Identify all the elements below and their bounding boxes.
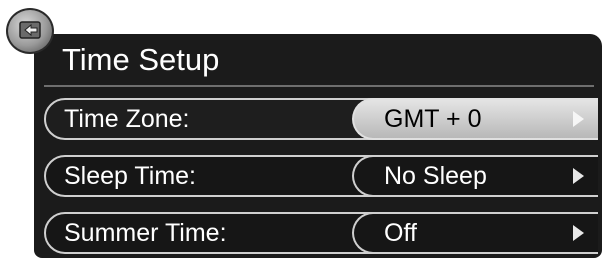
summer-time-row[interactable]: Summer Time: Off [44,212,598,254]
time-zone-value: GMT + 0 [384,105,482,133]
menu-back-icon[interactable] [6,8,54,54]
sleep-time-row[interactable]: Sleep Time: No Sleep [44,155,598,197]
chevron-right-icon[interactable] [573,168,584,184]
time-zone-row[interactable]: Time Zone: GMT + 0 [44,98,598,140]
page-title: Time Setup [62,42,220,77]
summer-time-value-selector[interactable]: Off [352,212,598,254]
sleep-time-value-selector[interactable]: No Sleep [352,155,598,197]
chevron-right-icon[interactable] [573,225,584,241]
time-zone-value-selector[interactable]: GMT + 0 [352,98,598,140]
sleep-time-label: Sleep Time: [64,162,197,190]
summer-time-value: Off [384,219,417,247]
chevron-right-icon[interactable] [573,111,584,127]
summer-time-label: Summer Time: [64,219,227,247]
time-zone-label: Time Zone: [64,105,190,133]
title-divider [44,85,594,87]
sleep-time-value: No Sleep [384,162,487,190]
